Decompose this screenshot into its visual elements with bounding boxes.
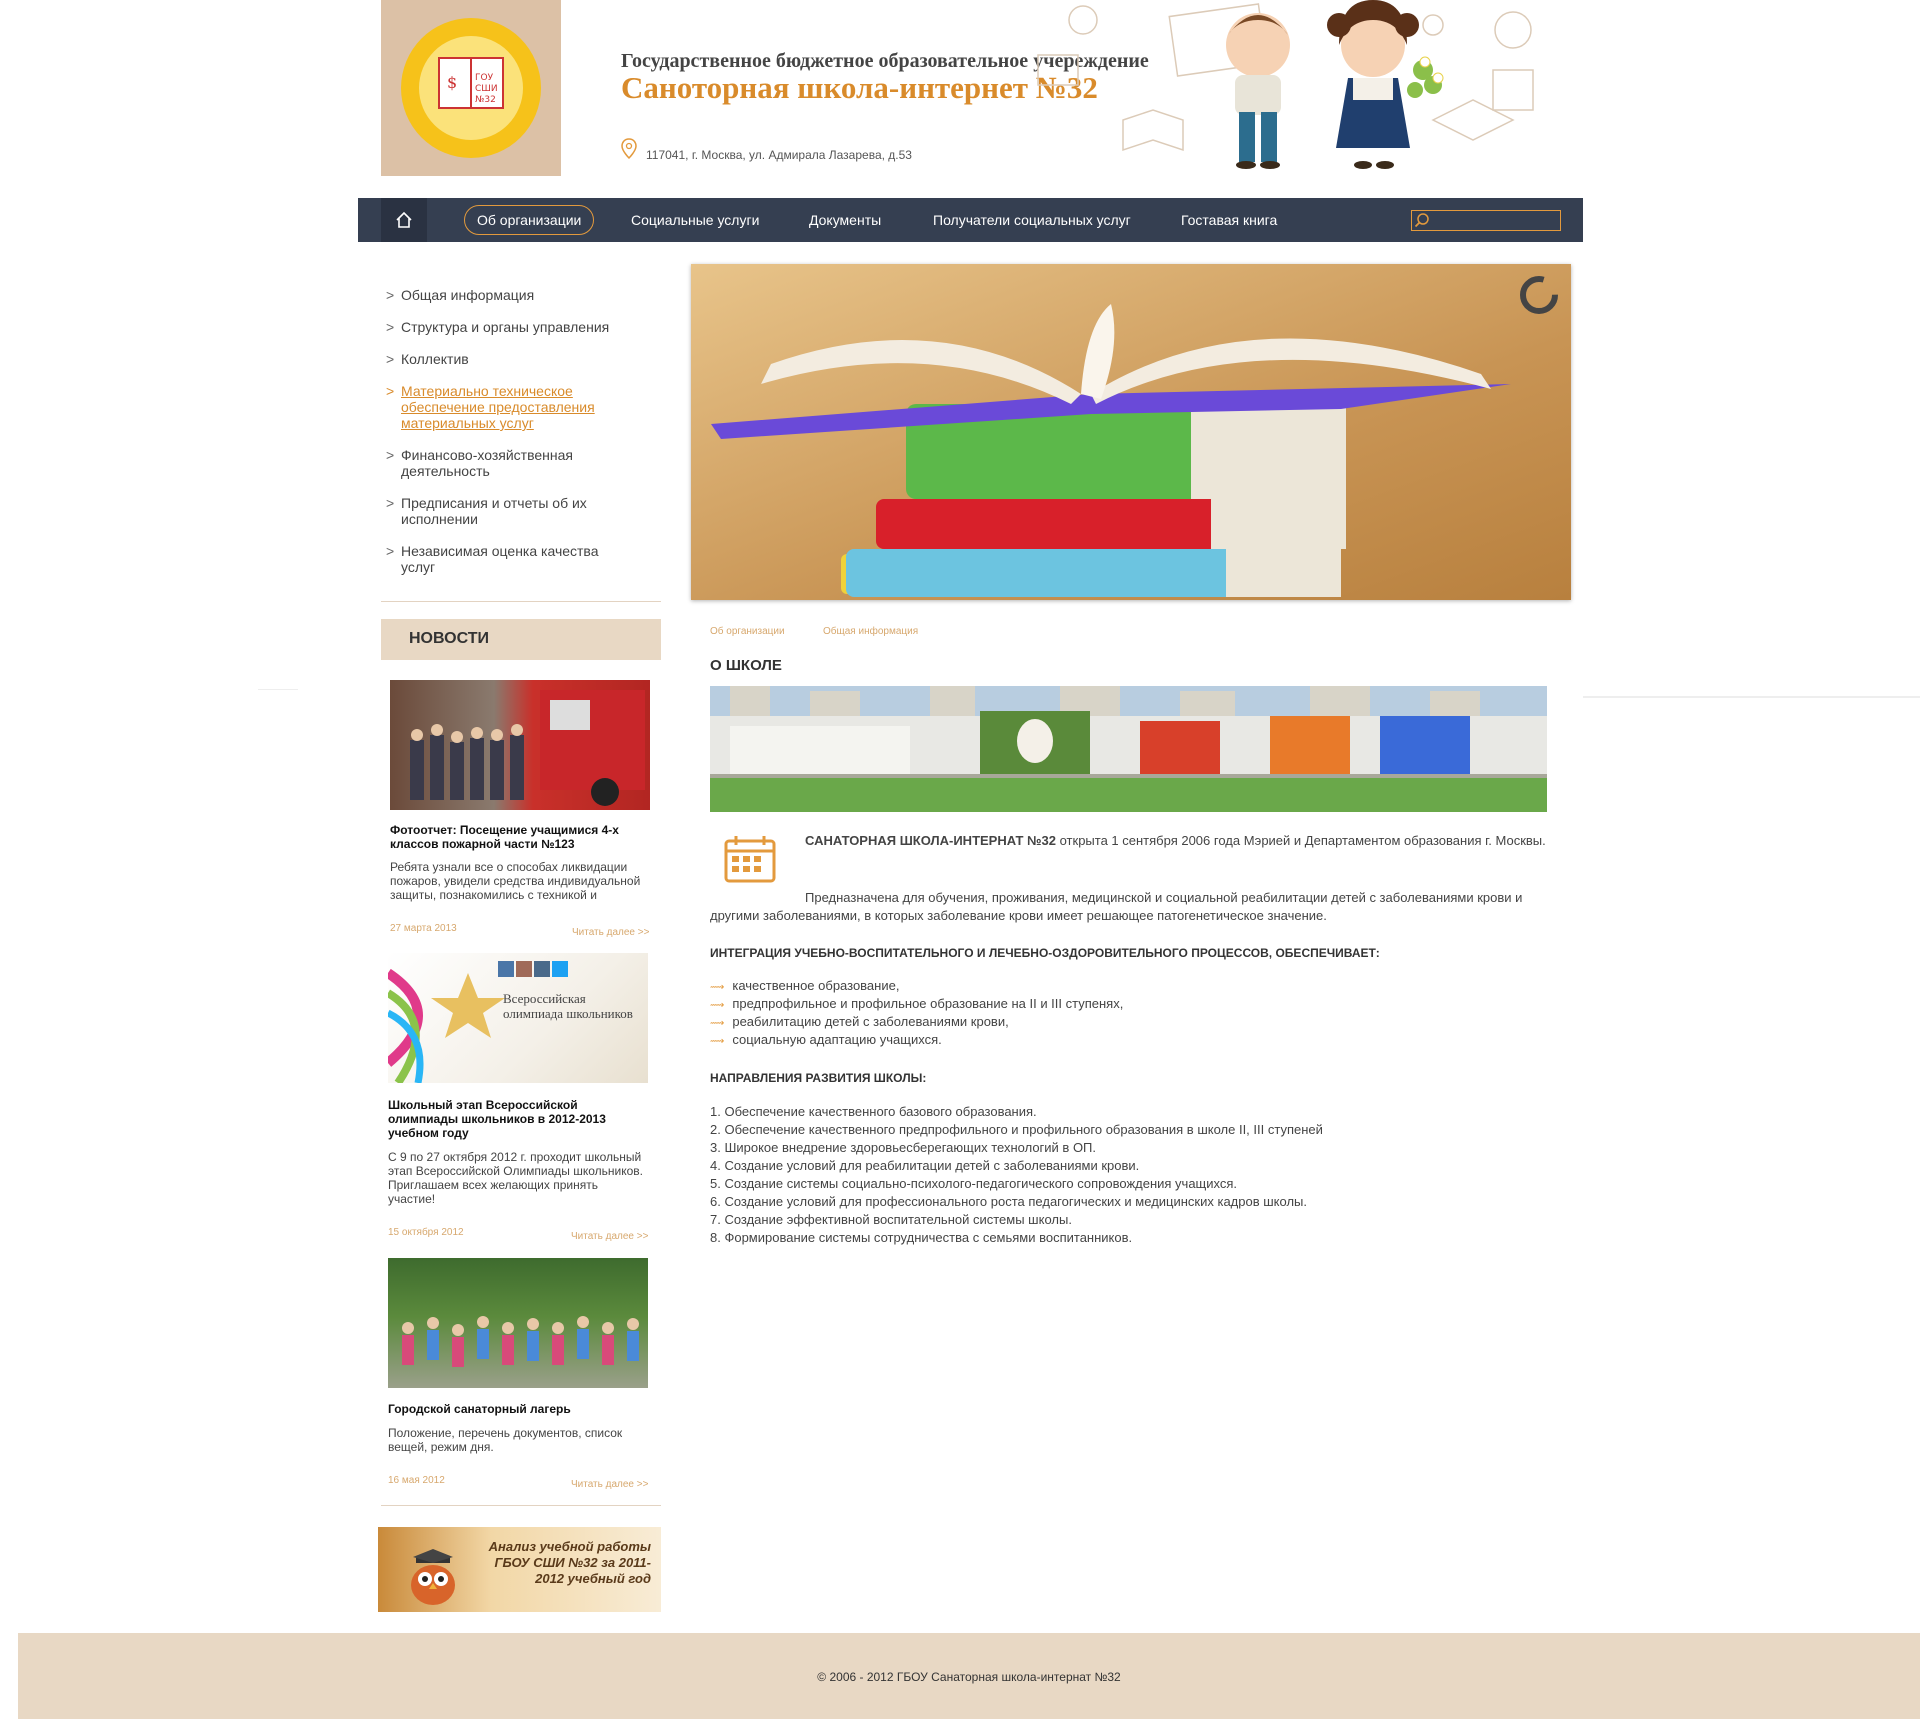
owl-icon <box>398 1547 468 1612</box>
divider <box>1583 696 1920 698</box>
nav-item-guestbook[interactable]: Гоставая книга <box>1181 198 1277 242</box>
news-title[interactable]: Городской санаторный лагерь <box>388 1402 648 1416</box>
list-item: 8. Формирование системы сотрудничества с… <box>710 1230 1133 1245</box>
chevron-right-icon: > <box>386 447 395 463</box>
left-menu-item-finance[interactable]: > Финансово-хозяйственная деятельность <box>386 447 621 479</box>
read-more-link[interactable]: Читать далее >> <box>572 927 649 938</box>
bullet-icon: ⟿ <box>710 1018 725 1029</box>
page: $ ГОУ СШИ №32 Государственное бюджетное … <box>358 0 1583 1630</box>
directions-heading: НАПРАВЛЕНИЯ РАЗВИТИЯ ШКОЛЫ: <box>710 1071 927 1085</box>
olympiad-banner-text: Всероссийская олимпиада школьников <box>503 991 633 1021</box>
promo-banner-analysis[interactable]: Анализ учебной работы ГБОУ СШИ №32 за 20… <box>378 1527 661 1612</box>
purpose-paragraph: Предназначена для обучения, проживания, … <box>710 890 1523 923</box>
left-menu-item-structure[interactable]: > Структура и органы управления <box>386 319 621 335</box>
footer: © 2006 - 2012 ГБОУ Санаторная школа-инте… <box>18 1633 1920 1719</box>
news-text: Положение, перечень документов, список в… <box>388 1426 623 1454</box>
nav-item-social-services[interactable]: Социальные услуги <box>631 198 759 242</box>
news-date: 15 октября 2012 <box>388 1227 464 1238</box>
nav-item-about[interactable]: Об организации <box>464 205 595 235</box>
left-menu-item-assessment[interactable]: > Независимая оценка качества услуг <box>386 543 621 575</box>
news-image-camp[interactable] <box>388 1258 648 1388</box>
header-address: 117041, г. Москва, ул. Адмирала Лазарева… <box>646 148 912 162</box>
read-more-link[interactable]: Читать далее >> <box>571 1479 648 1490</box>
header-kids-illustration <box>1013 0 1563 176</box>
nav-item-documents[interactable]: Документы <box>809 198 881 242</box>
list-item: 4. Создание условий для реабилитации дет… <box>710 1158 1140 1173</box>
list-item: ⟿ предпрофильное и профильное образование… <box>710 996 1124 1011</box>
left-menu-item-staff[interactable]: > Коллектив <box>386 351 621 367</box>
list-item: 5. Создание системы социально-психолого-… <box>710 1176 1238 1191</box>
main-nav: Об организации Социальные услуги Докумен… <box>358 198 1583 242</box>
chevron-right-icon: > <box>386 383 395 399</box>
promo-text: Анализ учебной работы ГБОУ СШИ №32 за 20… <box>488 1539 651 1586</box>
slider-loading-icon <box>1518 274 1560 321</box>
chevron-right-icon: > <box>386 351 395 367</box>
list-item: 2. Обеспечение качественного предпрофиль… <box>710 1122 1323 1137</box>
bullet-icon: ⟿ <box>710 1000 725 1011</box>
left-menu-item-general[interactable]: > Общая информация <box>386 287 621 303</box>
chevron-right-icon: > <box>386 495 395 511</box>
list-item: 1. Обеспечение качественного базового об… <box>710 1104 1037 1119</box>
news-date: 16 мая 2012 <box>388 1475 445 1486</box>
search-icon[interactable] <box>1414 212 1430 233</box>
news-title[interactable]: Школьный этап Всероссийской олимпиады шк… <box>388 1098 648 1140</box>
list-item: ⟿ социальную адаптацию учащихся. <box>710 1032 942 1047</box>
list-item: 7. Создание эффективной воспитательной с… <box>710 1212 1072 1227</box>
school-logo[interactable]: $ ГОУ СШИ №32 <box>381 0 561 176</box>
news-text: С 9 по 27 октября 2012 г. проходит школь… <box>388 1150 644 1206</box>
news-date: 27 марта 2013 <box>390 923 457 934</box>
list-item: ⟿ качественное образование, <box>710 978 900 993</box>
divider <box>381 1505 661 1506</box>
home-icon <box>395 211 413 234</box>
svg-text:№32: №32 <box>475 95 496 105</box>
breadcrumb-item[interactable]: Об организации <box>710 626 785 637</box>
search-input[interactable] <box>1411 210 1561 231</box>
chevron-right-icon: > <box>386 287 395 303</box>
home-button[interactable] <box>381 198 427 242</box>
news-image-olympiad[interactable]: Всероссийская олимпиада школьников <box>388 953 648 1083</box>
bullet-icon: ⟿ <box>710 982 725 993</box>
integration-heading: ИНТЕГРАЦИЯ УЧЕБНО-ВОСПИТАТЕЛЬНОГО И ЛЕЧЕ… <box>710 946 1380 960</box>
news-title[interactable]: Фотоотчет: Посещение учащимися 4-х класс… <box>390 823 650 851</box>
chevron-right-icon: > <box>386 543 395 559</box>
intro-paragraph: САНАТОРНАЯ ШКОЛА-ИНТЕРНАТ №32 открыта 1 … <box>805 833 1546 848</box>
nav-item-recipients[interactable]: Получатели социальных услуг <box>933 198 1131 242</box>
calendar-icon <box>720 833 782 893</box>
svg-text:$: $ <box>447 73 457 92</box>
divider <box>381 601 661 602</box>
news-image-fire-station[interactable] <box>390 680 650 810</box>
page-title: О ШКОЛЕ <box>710 657 782 674</box>
list-item: 3. Широкое внедрение здоровьесберегающих… <box>710 1140 1097 1155</box>
footer-copyright: © 2006 - 2012 ГБОУ Санаторная школа-инте… <box>817 1670 1121 1684</box>
svg-text:ГОУ: ГОУ <box>475 73 494 83</box>
read-more-link[interactable]: Читать далее >> <box>571 1231 648 1242</box>
news-text: Ребята узнали все о способах ликвидации … <box>390 860 641 902</box>
list-item: 6. Создание условий для профессиональног… <box>710 1194 1307 1209</box>
left-menu-item-orders[interactable]: > Предписания и отчеты об их исполнении <box>386 495 621 527</box>
hero-slider-books[interactable] <box>691 264 1571 600</box>
school-building-image <box>710 686 1547 812</box>
breadcrumb-item[interactable]: Общая информация <box>823 626 918 637</box>
news-heading: НОВОСТИ <box>381 619 661 660</box>
divider <box>258 689 298 690</box>
svg-text:СШИ: СШИ <box>475 84 498 94</box>
left-menu-item-material[interactable]: > Материально техническое обеспечение пре… <box>386 383 621 431</box>
chevron-right-icon: > <box>386 319 395 335</box>
list-item: ⟿ реабилитацию детей с заболеваниями кров… <box>710 1014 1009 1029</box>
bullet-icon: ⟿ <box>710 1036 725 1047</box>
location-pin-icon <box>621 138 637 165</box>
